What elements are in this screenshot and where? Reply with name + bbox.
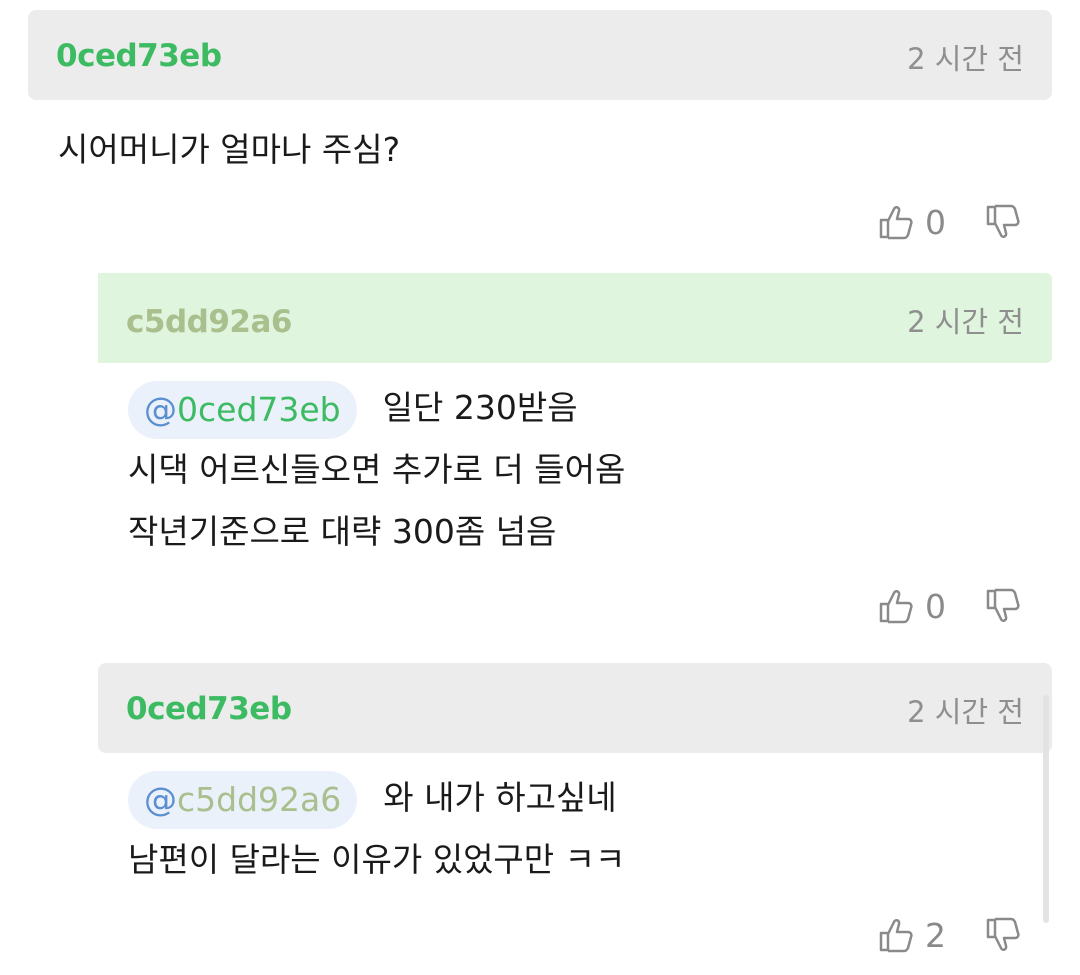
comment: 0ced73eb 2 시간 전 시어머니가 얼마나 주심? 0 bbox=[28, 10, 1052, 242]
mention-at-sign: @ bbox=[144, 389, 177, 429]
mention-chip[interactable]: @0ced73eb bbox=[128, 380, 357, 439]
mention-user: 0ced73eb bbox=[177, 389, 341, 429]
comment-body: 시어머니가 얼마나 주심? bbox=[28, 100, 1052, 208]
comment-text: 와 내가 하고싶네 bbox=[383, 778, 617, 817]
comment-actions: 0 bbox=[877, 586, 1024, 626]
comment-text-line: @0ced73eb 일단 230받음 bbox=[128, 377, 1052, 439]
reply-comment: c5dd92a6 2 시간 전 @0ced73eb 일단 230받음 시댁 어르신… bbox=[98, 273, 1052, 626]
comment-actions: 0 bbox=[877, 202, 1024, 242]
comment-text: 일단 230받음 bbox=[382, 388, 578, 427]
dislike-button[interactable] bbox=[984, 202, 1024, 242]
comment-text: 작년기준으로 대략 300좀 넘음 bbox=[128, 512, 557, 551]
comment-text: 시어머니가 얼마나 주심? bbox=[58, 130, 401, 169]
comment-author[interactable]: c5dd92a6 bbox=[126, 304, 292, 340]
like-count: 0 bbox=[925, 202, 946, 242]
thumbs-up-icon bbox=[879, 590, 913, 624]
comment-text: 남편이 달라는 이유가 있었구만 ㅋㅋ bbox=[128, 840, 626, 879]
comment-author[interactable]: 0ced73eb bbox=[56, 38, 222, 74]
thumbs-down-icon bbox=[986, 204, 1020, 238]
thumbs-down-icon bbox=[986, 588, 1020, 622]
comment-text: 시댁 어르신들오면 추가로 더 들어옴 bbox=[128, 450, 626, 489]
like-button[interactable]: 0 bbox=[877, 202, 946, 242]
comment-actions: 2 bbox=[877, 915, 1024, 955]
like-button[interactable]: 2 bbox=[877, 915, 946, 955]
thumbs-up-icon bbox=[879, 206, 913, 240]
like-count: 2 bbox=[925, 915, 946, 955]
like-button[interactable]: 0 bbox=[877, 586, 946, 626]
mention-at-sign: @ bbox=[144, 779, 177, 819]
reply-comment: 0ced73eb 2 시간 전 @c5dd92a6 와 내가 하고싶네 남편이 달… bbox=[98, 663, 1052, 955]
comment-header: c5dd92a6 2 시간 전 bbox=[98, 273, 1052, 363]
thumbs-down-icon bbox=[986, 917, 1020, 951]
dislike-button[interactable] bbox=[984, 915, 1024, 955]
thumbs-up-icon bbox=[879, 919, 913, 953]
comment-text-line: @c5dd92a6 와 내가 하고싶네 bbox=[128, 767, 1052, 829]
comment-header: 0ced73eb 2 시간 전 bbox=[98, 663, 1052, 753]
mention-chip[interactable]: @c5dd92a6 bbox=[128, 770, 358, 829]
comment-header: 0ced73eb 2 시간 전 bbox=[28, 10, 1052, 100]
comment-body: @0ced73eb 일단 230받음 시댁 어르신들오면 추가로 더 들어옴 작년… bbox=[98, 363, 1052, 563]
like-count: 0 bbox=[925, 586, 946, 626]
comment-author[interactable]: 0ced73eb bbox=[126, 691, 292, 727]
dislike-button[interactable] bbox=[984, 586, 1024, 626]
comment-time: 2 시간 전 bbox=[907, 305, 1024, 339]
comment-time: 2 시간 전 bbox=[907, 695, 1024, 729]
comment-body: @c5dd92a6 와 내가 하고싶네 남편이 달라는 이유가 있었구만 ㅋㅋ bbox=[98, 753, 1052, 891]
mention-user: c5dd92a6 bbox=[177, 779, 342, 819]
comment-time: 2 시간 전 bbox=[907, 42, 1024, 76]
scrollbar[interactable] bbox=[1043, 695, 1049, 923]
